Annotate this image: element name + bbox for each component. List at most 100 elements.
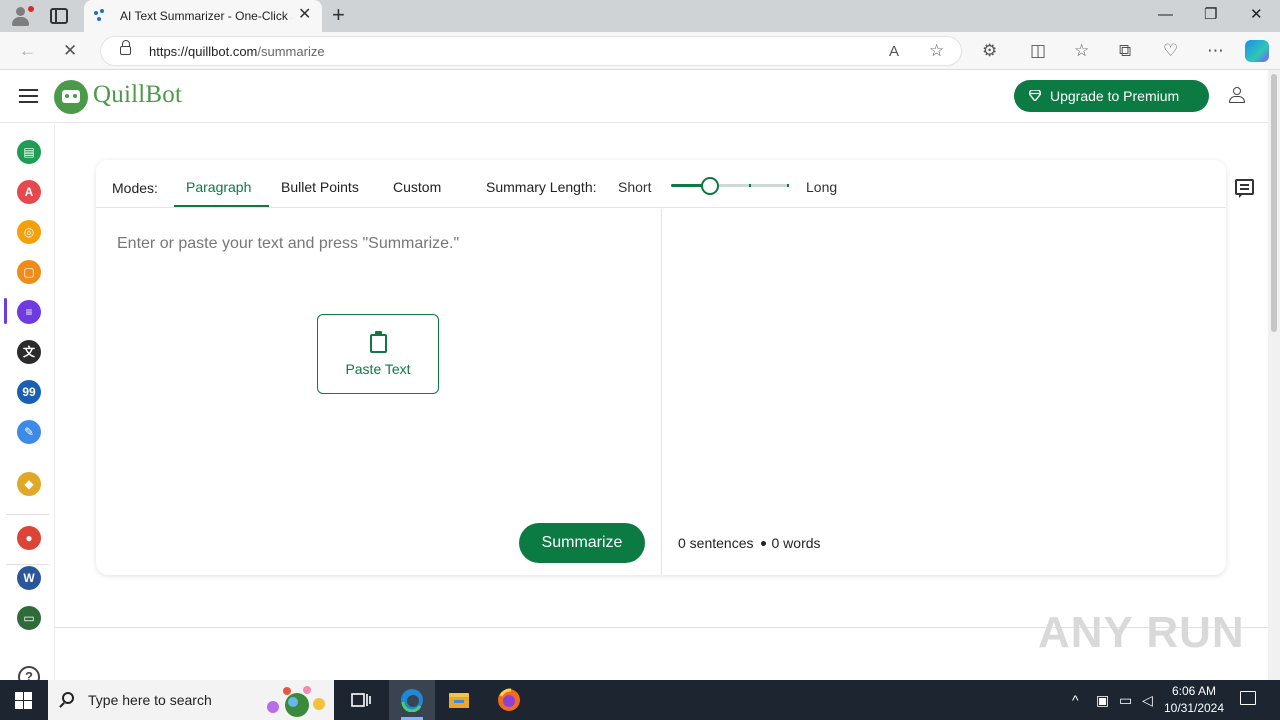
browser-toolbar: ← ✕ https://quillbot.com/summarize A ☆ ⚙…	[0, 32, 1280, 70]
taskbar-edge-button[interactable]	[389, 680, 435, 720]
network-icon[interactable]: ▭	[1119, 691, 1132, 709]
chrome-extension-icon[interactable]: ●	[17, 526, 41, 550]
paraphraser-icon-glyph: ▤	[23, 145, 35, 159]
citation-generator-icon-glyph: 99	[22, 385, 36, 399]
file-explorer-icon[interactable]	[447, 688, 471, 712]
word-addin-icon-glyph: W	[23, 571, 35, 585]
device-icon[interactable]: ▣	[1096, 691, 1109, 709]
favorites-icon[interactable]: ☆	[1074, 41, 1089, 61]
summarizer-icon[interactable]: ≡	[17, 300, 41, 324]
split-screen-icon[interactable]: ◫	[1030, 41, 1046, 61]
clock-date: 10/31/2024	[1163, 701, 1225, 715]
output-pane: 0 sentences 0 words	[663, 209, 1226, 575]
logo-text[interactable]: QuillBot	[93, 81, 182, 109]
slider-thumb[interactable]	[701, 177, 719, 195]
summarizer-icon-glyph: ≡	[25, 305, 33, 319]
sidebar-divider	[6, 564, 49, 565]
stop-loading-icon[interactable]: ✕	[63, 41, 77, 61]
profile-icon[interactable]	[8, 4, 34, 28]
word-count: 0 words	[771, 535, 821, 551]
paraphraser-icon[interactable]: ▤	[17, 140, 41, 164]
search-icon	[62, 692, 74, 704]
translator-icon[interactable]: 文	[17, 340, 41, 364]
desktop-app-icon[interactable]: ▭	[17, 606, 41, 630]
summary-length-short: Short	[618, 179, 652, 195]
volume-icon[interactable]: ◁	[1142, 691, 1153, 709]
plagiarism-checker-icon-glyph: ▢	[23, 265, 35, 279]
watermark: ANY RUN	[1038, 608, 1245, 657]
scrollbar-thumb[interactable]	[1271, 74, 1277, 332]
paste-text-label: Paste Text	[345, 361, 411, 377]
menu-icon[interactable]	[19, 89, 38, 104]
windows-taskbar: Type here to search ^ ▣ ▭ ◁ 6:06 AM 10/3…	[0, 680, 1280, 720]
favorite-star-icon[interactable]: ☆	[929, 41, 944, 61]
summarize-button[interactable]: Summarize	[519, 523, 645, 563]
restore-button[interactable]: ❐	[1204, 6, 1217, 24]
show-hidden-icons[interactable]: ^	[1072, 691, 1079, 709]
url-text[interactable]: https://quillbot.com/summarize	[149, 44, 325, 59]
address-bar[interactable]: https://quillbot.com/summarize A ☆	[100, 36, 962, 66]
diamond-icon	[1029, 90, 1041, 101]
summary-length-long: Long	[806, 179, 838, 195]
premium-icon[interactable]: ◆	[17, 472, 41, 496]
browser-tab-bar: AI Text Summarizer - One-Click S ✕ + — ❐…	[0, 0, 1280, 32]
more-options-icon[interactable]: ⋯	[1207, 41, 1224, 61]
word-addin-icon[interactable]: W	[17, 566, 41, 590]
taskbar-search[interactable]: Type here to search	[48, 680, 334, 720]
read-aloud-icon[interactable]: A	[889, 43, 899, 60]
page-viewport: QuillBot Upgrade to Premium ▤ A ◎ ▢ ≡ 文 99 ✎ ◆ ● W…	[0, 70, 1268, 680]
quillbot-logo-icon[interactable]	[54, 80, 88, 114]
notification-icon[interactable]	[1240, 691, 1256, 705]
edge-icon	[401, 689, 423, 712]
help-icon[interactable]: ?	[18, 666, 40, 680]
input-pane[interactable]: Enter or paste your text and press "Summ…	[96, 209, 662, 575]
citation-generator-icon[interactable]: 99	[17, 380, 41, 404]
system-clock[interactable]: 6:06 AM 10/31/2024	[1162, 683, 1226, 717]
translator-icon-glyph: 文	[22, 345, 35, 359]
ai-detector-icon-glyph: ◎	[23, 225, 35, 239]
search-highlight-icon	[267, 686, 325, 717]
lock-icon[interactable]	[120, 40, 131, 55]
browser-essentials-icon[interactable]: ♡	[1163, 41, 1178, 61]
summary-length-label: Summary Length:	[486, 179, 597, 195]
page-scrollbar[interactable]	[1268, 70, 1280, 680]
browser-tab[interactable]: AI Text Summarizer - One-Click S ✕	[84, 0, 322, 32]
account-icon[interactable]	[1228, 86, 1246, 104]
plagiarism-checker-icon[interactable]: ▢	[17, 260, 41, 284]
new-tab-button[interactable]: +	[332, 3, 345, 27]
feedback-icon[interactable]	[1235, 179, 1254, 198]
tools-sidebar: ▤ A ◎ ▢ ≡ 文 99 ✎ ◆ ● W ▭ ?	[0, 124, 55, 680]
modes-label: Modes:	[112, 180, 158, 196]
collections-icon[interactable]: ⧉	[1119, 41, 1131, 61]
grammar-checker-icon[interactable]: A	[17, 180, 41, 204]
tab-actions-icon[interactable]	[50, 8, 68, 24]
desktop-app-icon-glyph: ▭	[23, 611, 35, 625]
input-placeholder[interactable]: Enter or paste your text and press "Summ…	[117, 235, 459, 253]
task-view-icon[interactable]	[349, 688, 373, 712]
windows-start-icon[interactable]	[15, 692, 32, 709]
ai-detector-icon[interactable]: ◎	[17, 220, 41, 244]
summary-length-slider[interactable]	[671, 176, 791, 196]
sidebar-divider	[6, 514, 49, 515]
firefox-icon[interactable]	[497, 688, 521, 712]
back-icon[interactable]: ←	[19, 41, 36, 61]
tab-custom[interactable]: Custom	[393, 179, 441, 195]
tab-close-icon[interactable]: ✕	[298, 7, 311, 23]
extensions-icon[interactable]: ⚙	[982, 41, 997, 61]
slider-tick	[787, 184, 789, 187]
close-window-button[interactable]: ✕	[1250, 6, 1263, 24]
upgrade-premium-button[interactable]: Upgrade to Premium	[1014, 80, 1209, 112]
tab-bullet-points[interactable]: Bullet Points	[281, 179, 359, 195]
quillbot-flow-icon[interactable]: ✎	[17, 420, 41, 444]
taskbar-search-placeholder[interactable]: Type here to search	[88, 692, 212, 708]
slider-tick	[749, 184, 751, 187]
paste-text-button[interactable]: Paste Text	[317, 314, 439, 394]
minimize-button[interactable]: —	[1158, 6, 1173, 24]
copilot-icon[interactable]	[1245, 40, 1269, 62]
tab-paragraph[interactable]: Paragraph	[186, 179, 251, 195]
quillbot-flow-icon-glyph: ✎	[23, 425, 35, 439]
clock-time: 6:06 AM	[1171, 684, 1217, 698]
summarizer-card: Modes: Paragraph Bullet Points Custom Su…	[96, 160, 1254, 575]
app-header: QuillBot Upgrade to Premium	[0, 70, 1268, 123]
premium-icon-glyph: ◆	[24, 477, 34, 491]
